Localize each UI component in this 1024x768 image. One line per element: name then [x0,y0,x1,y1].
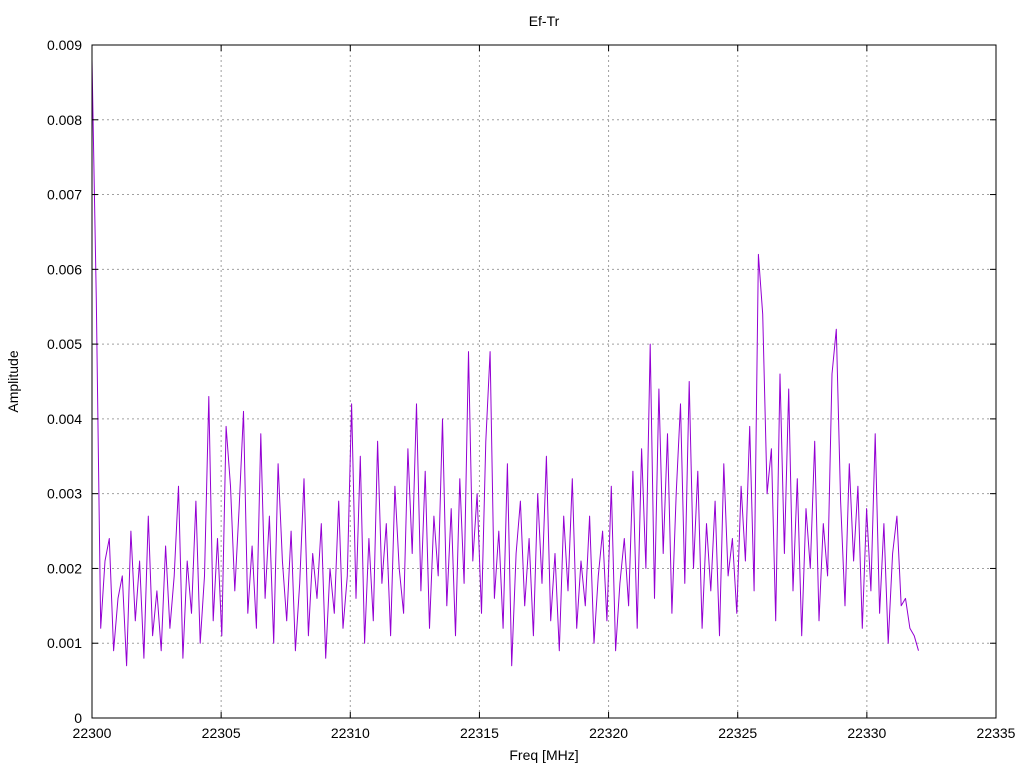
x-tick-label: 22320 [589,725,628,741]
y-tick-label: 0.002 [47,560,82,576]
x-axis-label: Freq [MHz] [509,747,578,763]
y-tick-label: 0.005 [47,336,82,352]
y-tick-label: 0.001 [47,635,82,651]
x-tick-label: 22310 [331,725,370,741]
y-tick-label: 0.007 [47,187,82,203]
chart-tick-labels: 22300 22305 22310 22315 22320 22325 22330 22335… [47,37,1016,741]
x-tick-label: 22335 [977,725,1016,741]
x-tick-label: 22305 [202,725,241,741]
y-tick-label: 0.003 [47,486,82,502]
x-tick-label: 22325 [718,725,757,741]
x-tick-label: 22330 [847,725,886,741]
chart-ticks [91,44,997,719]
series-line [91,59,919,667]
chart-grid [92,45,996,718]
y-axis-label: Amplitude [5,350,21,412]
x-tick-label: 22315 [460,725,499,741]
y-tick-label: 0 [74,710,82,726]
y-tick-label: 0.004 [47,411,82,427]
line-chart: 22300 22305 22310 22315 22320 22325 22330 22335… [5,13,1016,763]
chart-title: Ef-Tr [529,13,560,29]
plot-frame [91,44,997,719]
y-tick-label: 0.006 [47,261,82,277]
y-tick-label: 0.008 [47,112,82,128]
x-tick-label: 22300 [73,725,112,741]
chart-series [91,59,919,667]
y-tick-label: 0.009 [47,37,82,53]
